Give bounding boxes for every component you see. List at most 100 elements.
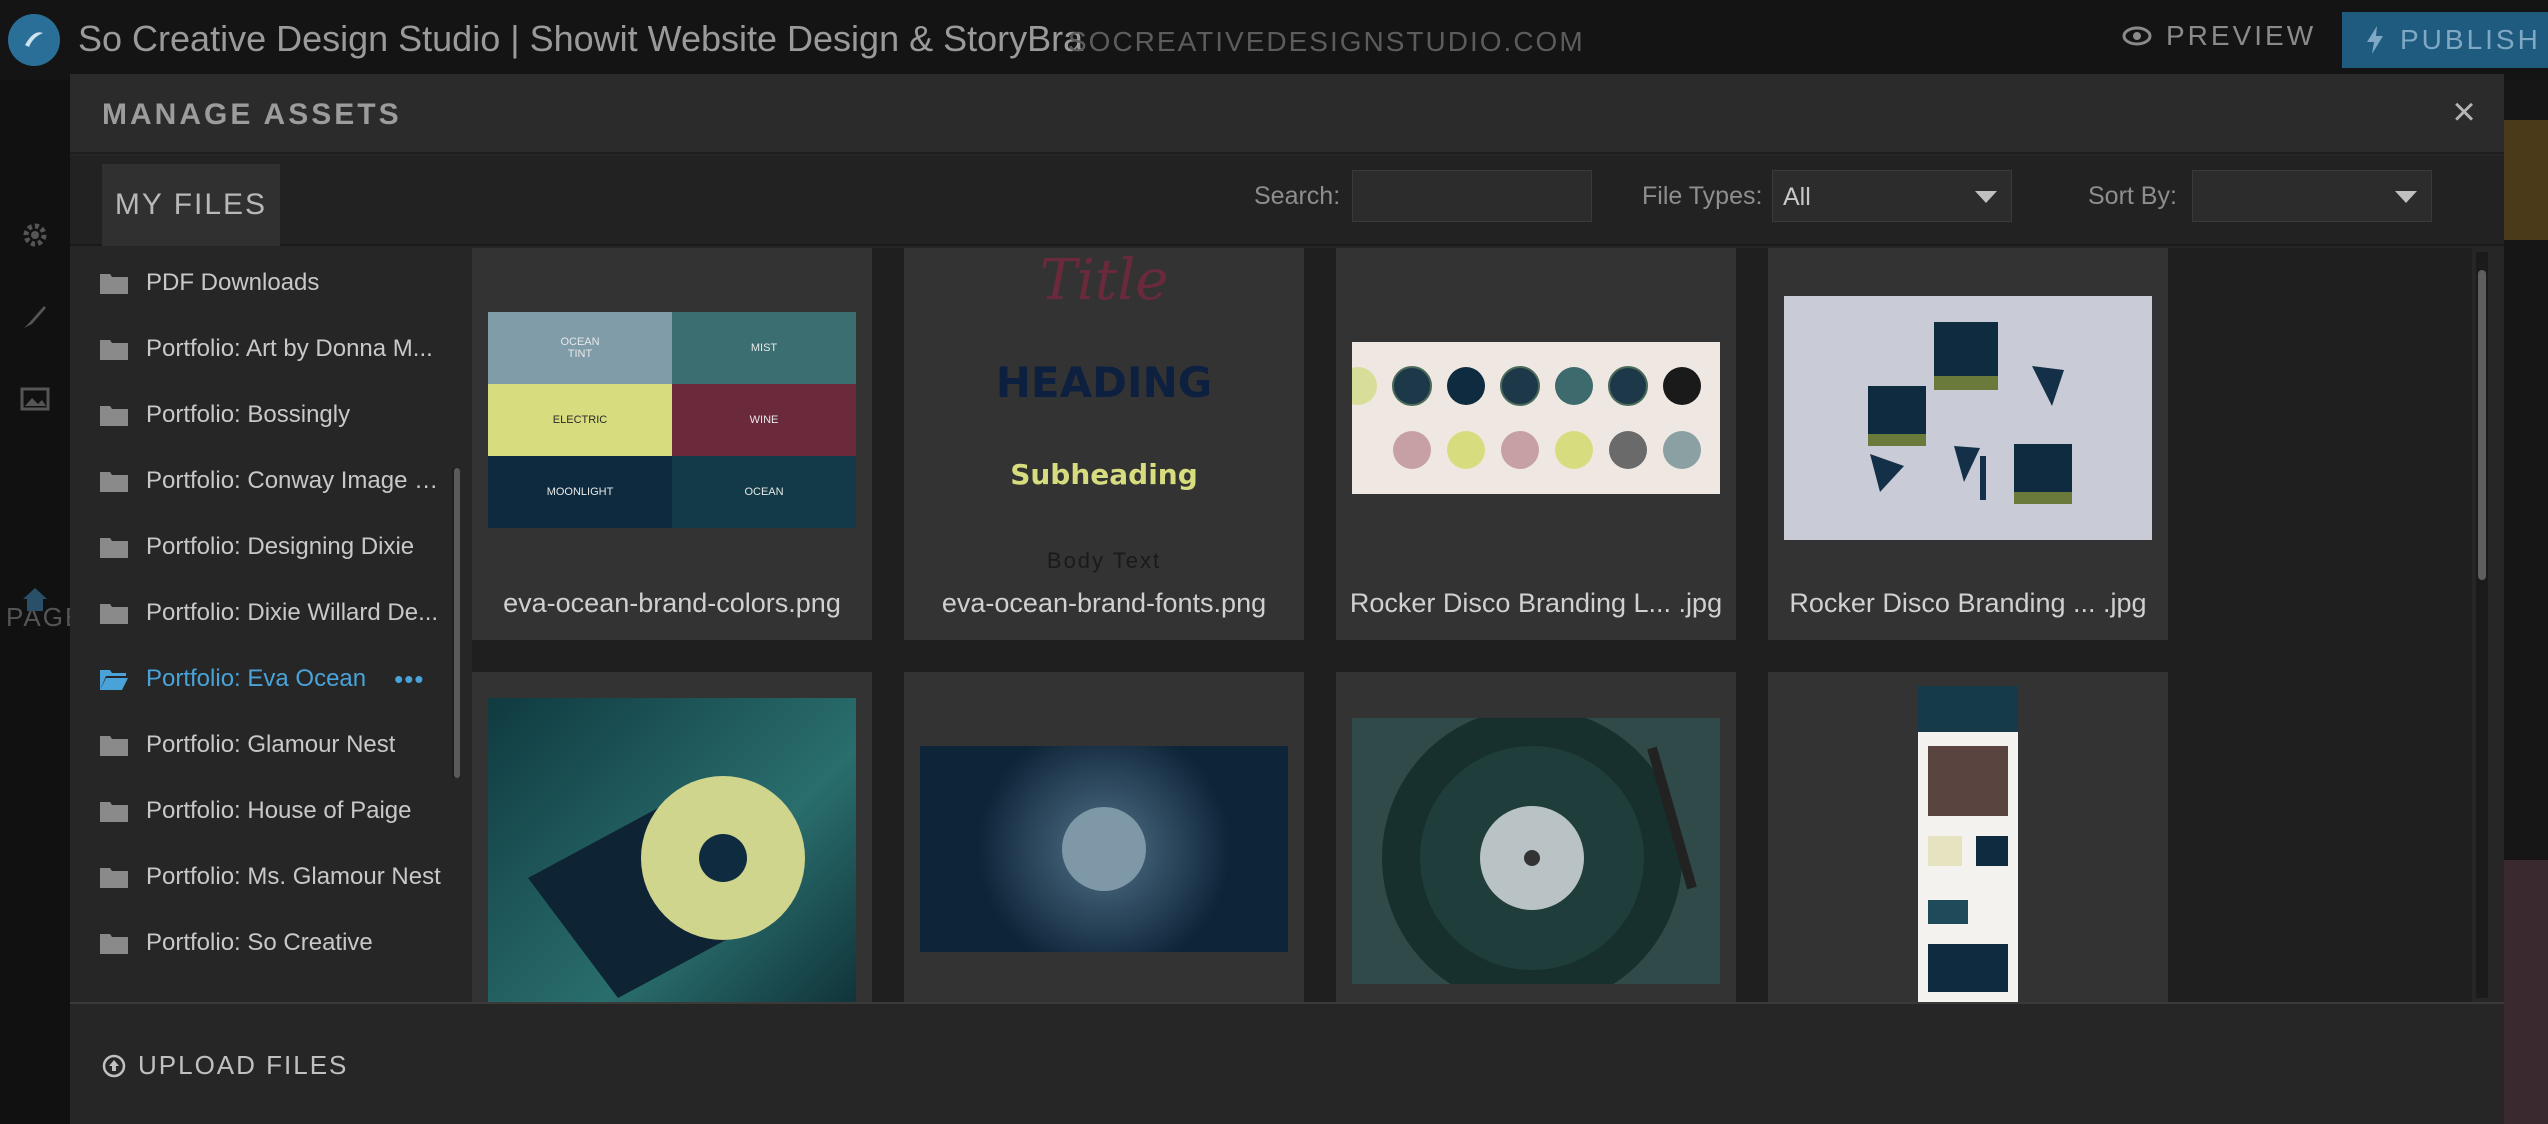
tab-my-files[interactable]: MY FILES xyxy=(102,164,280,246)
file-types-label: File Types: xyxy=(1642,182,1763,210)
folder-icon xyxy=(100,538,128,558)
folder-item[interactable]: Portfolio: Glamour Nest xyxy=(100,720,470,770)
modal-title: MANAGE ASSETS xyxy=(102,98,402,131)
top-bar: So Creative Design Studio | Showit Websi… xyxy=(0,0,2548,80)
upload-files-button[interactable]: UPLOAD FILES xyxy=(102,1050,348,1081)
folder-item[interactable]: Portfolio: House of Paige xyxy=(100,786,470,836)
folder-item[interactable]: Portfolio: Designing Dixie xyxy=(100,522,470,572)
folder-label: Portfolio: Ms. Glamour Nest xyxy=(146,863,441,890)
color-swatch: OCEAN xyxy=(672,456,856,528)
asset-card[interactable]: Rocker Disco Branding ... .jpg xyxy=(1768,248,2168,640)
folder-label: PDF Downloads xyxy=(146,269,320,296)
font-heading-sample: HEADING xyxy=(995,358,1213,407)
color-swatch: ELECTRIC xyxy=(488,384,672,456)
showit-logo-icon[interactable] xyxy=(8,14,60,66)
folder-label: Portfolio: So Creative xyxy=(146,929,373,956)
file-types-value: All xyxy=(1783,183,1811,211)
color-swatch-label: MIST xyxy=(750,342,778,354)
asset-grid: OCEAN TINT MIST ELECTRIC WINE MOONLIGHT OCEAN… xyxy=(472,248,2472,1002)
asset-thumbnail xyxy=(1352,718,1720,984)
asset-name: eva-ocean-brand-fonts.png xyxy=(941,588,1267,618)
publish-label: PUBLISH xyxy=(2400,24,2541,55)
publish-button[interactable]: PUBLISH xyxy=(2342,12,2548,68)
font-subheading-sample: Subheading xyxy=(1010,458,1198,491)
color-swatch-label: MOONLIGHT xyxy=(546,486,614,498)
site-domain: SOCREATIVEDESIGNSTUDIO.COM xyxy=(1068,26,1585,57)
folder-item[interactable]: Portfolio: So Creative xyxy=(100,918,470,968)
folder-label: Portfolio: Glamour Nest xyxy=(146,731,396,758)
font-title-sample: Title xyxy=(1039,248,1169,313)
color-swatch: OCEAN TINT xyxy=(488,312,672,384)
folder-label: Portfolio: Art by Donna M... xyxy=(146,335,433,362)
color-swatch: MOONLIGHT xyxy=(488,456,672,528)
asset-card[interactable]: Rocker Disco Branding L... .jpg xyxy=(1336,248,1736,640)
asset-thumbnail xyxy=(1918,686,2018,1002)
asset-card[interactable]: OCEAN TINT MIST ELECTRIC WINE MOONLIGHT OCEAN… xyxy=(472,248,872,640)
asset-name: eva-ocean-brand-colors.png xyxy=(503,588,841,618)
color-swatch: WINE xyxy=(672,384,856,456)
color-swatch-label: OCEAN xyxy=(744,486,784,498)
font-body-sample: Body Text xyxy=(1046,548,1162,573)
file-types-select[interactable]: All xyxy=(1772,170,2012,222)
folder-label: Portfolio: Designing Dixie xyxy=(146,533,415,560)
folder-icon xyxy=(100,736,128,756)
folder-item[interactable]: Portfolio: Dixie Willard De... xyxy=(100,588,470,638)
folder-label: Portfolio: Dixie Willard De... xyxy=(146,599,439,626)
folder-label: Portfolio: Conway Image C... xyxy=(146,467,446,494)
sort-by-label: Sort By: xyxy=(2088,182,2177,210)
asset-card[interactable] xyxy=(1336,672,1736,1002)
asset-thumbnail xyxy=(488,698,856,1002)
folder-label: Portfolio: Eva Ocean xyxy=(146,665,367,692)
asset-card[interactable] xyxy=(904,672,1304,1002)
asset-card[interactable]: Title HEADING Subheading Body Text eva-o… xyxy=(904,248,1304,640)
asset-name: Rocker Disco Branding ... .jpg xyxy=(1789,588,2147,618)
home-icon xyxy=(23,588,47,611)
more-options-icon[interactable]: ••• xyxy=(394,664,424,695)
preview-label: PREVIEW xyxy=(2166,20,2317,51)
image-icon xyxy=(20,387,50,411)
close-icon[interactable]: × xyxy=(2444,92,2484,132)
folder-icon xyxy=(100,406,128,426)
sort-by-select[interactable] xyxy=(2192,170,2432,222)
modal-footer: UPLOAD FILES xyxy=(70,1002,2504,1124)
grid-scrollbar-thumb[interactable] xyxy=(2478,270,2486,580)
color-swatch-label: ELECTRIC xyxy=(552,414,608,426)
folder-label: Portfolio: Bossingly xyxy=(146,401,351,428)
folder-icon xyxy=(100,934,128,954)
folder-item[interactable]: Portfolio: Eva Ocean ••• xyxy=(100,654,470,704)
folder-icon xyxy=(100,802,128,822)
lightning-icon xyxy=(2367,26,2383,54)
folder-icon xyxy=(100,868,128,888)
folder-list: PDF Downloads Portfolio: Art by Donna M..… xyxy=(70,248,470,1002)
folder-label: Portfolio: House of Paige xyxy=(146,797,412,824)
brush-icon xyxy=(24,306,46,328)
gear-icon xyxy=(23,223,47,247)
folder-icon xyxy=(100,604,128,624)
asset-name: Rocker Disco Branding L... .jpg xyxy=(1349,588,1723,618)
editor-sidebar: PAGE xyxy=(0,80,82,1124)
color-swatch: MIST xyxy=(672,312,856,384)
folder-icon xyxy=(100,274,128,294)
folder-item[interactable]: Portfolio: Ms. Glamour Nest xyxy=(100,852,470,902)
folder-open-icon xyxy=(100,670,128,690)
folder-item[interactable]: Portfolio: Conway Image C... xyxy=(100,456,470,506)
folder-item[interactable]: Portfolio: Art by Donna M... xyxy=(100,324,470,374)
asset-card[interactable] xyxy=(1768,672,2168,1002)
editor-canvas-edge xyxy=(2504,80,2548,1124)
asset-thumbnail xyxy=(920,746,1288,952)
chevron-down-icon xyxy=(1975,191,1997,203)
asset-card[interactable] xyxy=(472,672,872,1002)
folder-item[interactable]: Portfolio: Bossingly xyxy=(100,390,470,440)
preview-button[interactable]: PREVIEW xyxy=(2122,20,2316,52)
modal-header: MANAGE ASSETS × xyxy=(70,74,2504,154)
search-input[interactable] xyxy=(1352,170,1592,222)
asset-thumbnail: OCEAN TINT MIST ELECTRIC WINE MOONLIGHT OCEAN xyxy=(488,312,856,528)
asset-thumbnail: Title HEADING Subheading Body Text xyxy=(904,248,1304,578)
color-swatch-label: OCEAN TINT xyxy=(560,336,600,360)
folder-icon xyxy=(100,472,128,492)
site-title: So Creative Design Studio | Showit Websi… xyxy=(78,18,1084,59)
folder-icon xyxy=(100,340,128,360)
folder-item[interactable]: PDF Downloads xyxy=(100,258,470,308)
chevron-down-icon xyxy=(2395,191,2417,203)
folder-scrollbar-thumb[interactable] xyxy=(454,468,460,778)
